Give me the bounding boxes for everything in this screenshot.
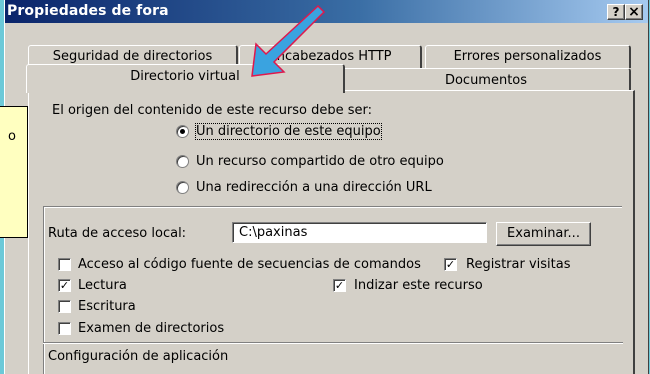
help-button[interactable]: ? bbox=[607, 4, 625, 20]
checkbox-log-visits-label[interactable]: Registrar visitas bbox=[466, 257, 571, 272]
radio-local-directory-label[interactable]: Un directorio de este equipo bbox=[195, 123, 382, 140]
checkbox-write[interactable] bbox=[58, 300, 71, 313]
checkbox-read[interactable]: ✓ bbox=[58, 279, 71, 292]
local-path-label: Ruta de acceso local: bbox=[48, 226, 187, 241]
app-config-label: Configuración de aplicación bbox=[48, 349, 229, 364]
annotation-note: o bbox=[0, 106, 28, 238]
tab-documents[interactable]: Documentos bbox=[342, 68, 631, 91]
checkbox-log-visits[interactable]: ✓ bbox=[444, 258, 457, 271]
radio-network-share[interactable] bbox=[176, 155, 189, 168]
separator bbox=[43, 342, 623, 344]
annotation-note-text: o bbox=[8, 129, 16, 144]
checkbox-write-label[interactable]: Escritura bbox=[78, 299, 136, 314]
local-path-input[interactable]: C:\paxinas bbox=[232, 222, 487, 243]
radio-local-directory[interactable] bbox=[176, 125, 189, 138]
checkbox-index[interactable]: ✓ bbox=[333, 279, 346, 292]
radio-network-share-label[interactable]: Un recurso compartido de otro equipo bbox=[196, 154, 444, 169]
checkbox-script-source[interactable] bbox=[58, 258, 71, 271]
arrow-shape bbox=[251, 4, 326, 77]
pointer-arrow-icon bbox=[251, 4, 326, 77]
properties-dialog: Propiedades de fora ? × Seguridad de dir… bbox=[4, 0, 649, 374]
checkbox-script-source-label[interactable]: Acceso al código fuente de secuencias de… bbox=[78, 257, 421, 272]
tab-custom-errors[interactable]: Errores personalizados bbox=[425, 45, 631, 68]
radio-selected-dot bbox=[180, 129, 185, 134]
title-bar[interactable]: Propiedades de fora ? × bbox=[5, 0, 648, 23]
tab-label: Seguridad de directorios bbox=[52, 49, 213, 64]
content-source-prompt: El origen del contenido de este recurso … bbox=[52, 103, 373, 118]
browse-button[interactable]: Examinar... bbox=[496, 222, 591, 246]
checkbox-browse-dirs-label[interactable]: Examen de directorios bbox=[78, 321, 224, 336]
radio-url-redirect[interactable] bbox=[176, 181, 189, 194]
checkbox-index-label[interactable]: Indizar este recurso bbox=[354, 278, 483, 293]
checkbox-browse-dirs[interactable] bbox=[58, 322, 71, 335]
close-button[interactable]: × bbox=[625, 4, 643, 20]
radio-url-redirect-label[interactable]: Una redirección a una dirección URL bbox=[196, 180, 432, 195]
checkbox-read-label[interactable]: Lectura bbox=[78, 278, 127, 293]
tab-label: Directorio virtual bbox=[130, 69, 240, 84]
tab-label: Errores personalizados bbox=[453, 49, 602, 64]
window-title: Propiedades de fora bbox=[7, 3, 169, 19]
tab-label: Documentos bbox=[444, 73, 528, 88]
